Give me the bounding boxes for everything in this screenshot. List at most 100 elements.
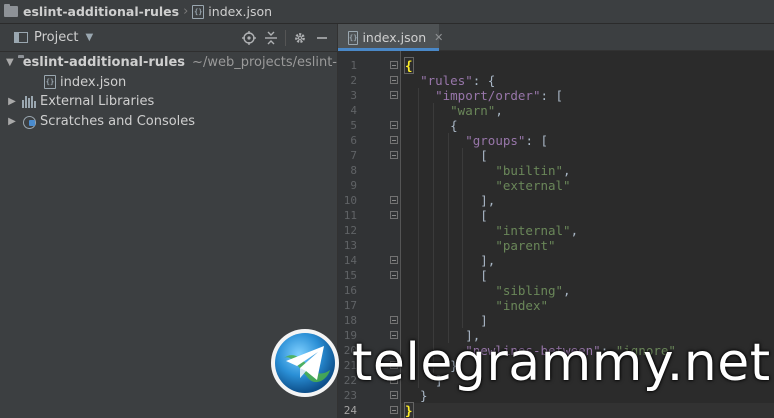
json-file-icon: {} — [44, 75, 56, 90]
breadcrumb-file[interactable]: {} index.json — [192, 4, 272, 19]
code-token: , — [563, 283, 571, 298]
navigation-bar: eslint-additional-rules › {} index.json — [0, 0, 774, 24]
toolbar-divider — [285, 30, 286, 46]
breadcrumb-separator-icon: › — [183, 4, 189, 19]
code-token: : [ — [525, 133, 549, 148]
code-line: "parent" — [405, 238, 774, 253]
library-icon — [22, 95, 36, 108]
chevron-down-icon[interactable]: ▼ — [6, 57, 14, 68]
code-token: "internal" — [495, 223, 571, 238]
scratches-icon — [22, 115, 36, 129]
fold-marker-icon[interactable] — [390, 271, 398, 279]
close-icon[interactable]: ✕ — [434, 31, 443, 44]
code-line: { — [404, 57, 774, 74]
line-number: 24 — [343, 404, 357, 417]
chevron-right-icon[interactable]: ▶ — [6, 96, 18, 107]
gear-icon[interactable] — [289, 27, 311, 49]
tree-item-index-json[interactable]: {} index.json — [0, 73, 337, 93]
line-number: 9 — [350, 179, 357, 192]
line-number: 13 — [343, 239, 357, 252]
code-token: [ — [405, 268, 488, 283]
line-number: 8 — [350, 164, 357, 177]
code-line: "sibling", — [405, 283, 774, 298]
code-line: ], — [405, 253, 774, 268]
code-token: [ — [405, 208, 488, 223]
locate-file-icon[interactable] — [238, 27, 260, 49]
code-line: "import/order": [ — [405, 88, 774, 103]
breadcrumb-project[interactable]: eslint-additional-rules — [2, 4, 179, 19]
tree-file-name: index.json — [60, 74, 127, 90]
fold-marker-icon[interactable] — [390, 256, 398, 264]
code-token: "warn" — [450, 103, 496, 118]
code-token: , — [570, 223, 579, 238]
line-number: 17 — [343, 299, 357, 312]
line-number: 14 — [343, 254, 357, 267]
fold-marker-icon[interactable] — [390, 61, 398, 69]
code-token: , — [495, 103, 503, 118]
tree-root-path: ~/web_projects/eslint-a — [192, 55, 345, 71]
fold-marker-icon[interactable] — [390, 211, 398, 219]
code-token: , — [563, 163, 571, 178]
folder-icon — [4, 4, 18, 17]
fold-marker-icon[interactable] — [390, 136, 398, 144]
code-token: "parent" — [495, 238, 556, 253]
json-file-icon: {} — [192, 4, 205, 19]
line-number: 7 — [350, 149, 357, 162]
code-token: : [ — [540, 88, 564, 103]
code-line: "groups": [ — [405, 133, 774, 148]
line-number: 4 — [350, 104, 357, 117]
line-number: 2 — [350, 74, 357, 87]
line-number: 6 — [350, 134, 357, 147]
tree-item-root[interactable]: ▼ eslint-additional-rules ~/web_projects… — [0, 53, 345, 73]
fold-marker-icon[interactable] — [390, 76, 398, 84]
code-line: [ — [405, 148, 774, 163]
code-token: "builtin" — [495, 163, 564, 178]
tab-label: index.json — [362, 30, 427, 45]
code-line: [ — [405, 208, 774, 223]
code-token: ], — [405, 193, 496, 208]
code-token: : { — [472, 73, 496, 88]
tree-libraries-label: External Libraries — [40, 94, 155, 110]
code-token: [ — [405, 148, 488, 163]
fold-marker-icon[interactable] — [390, 406, 398, 414]
tree-item-scratches[interactable]: ▶ Scratches and Consoles — [0, 112, 337, 132]
fold-marker-icon[interactable] — [390, 91, 398, 99]
fold-marker-icon[interactable] — [390, 151, 398, 159]
line-number: 1 — [350, 59, 357, 72]
code-line: "warn", — [405, 103, 774, 118]
fold-marker-icon[interactable] — [390, 196, 398, 204]
project-view-icon — [14, 32, 28, 43]
chevron-right-icon[interactable]: ▶ — [6, 116, 18, 127]
json-file-icon: {} — [348, 30, 359, 45]
line-number: 5 — [350, 119, 357, 132]
code-line: ], — [405, 193, 774, 208]
project-panel-title[interactable]: Project — [34, 30, 78, 45]
tree-item-external-libraries[interactable]: ▶ External Libraries — [0, 92, 337, 112]
code-line: "internal", — [405, 223, 774, 238]
tab-index-json[interactable]: {} index.json ✕ — [338, 24, 443, 51]
line-number: 10 — [343, 194, 357, 207]
line-number: 3 — [350, 89, 357, 102]
watermark: telegrammy.net — [270, 323, 771, 403]
collapse-all-icon[interactable] — [260, 27, 282, 49]
code-token: ], — [405, 253, 496, 268]
code-token: { — [404, 57, 414, 74]
code-line: } — [404, 402, 774, 418]
fold-marker-icon[interactable] — [390, 121, 398, 129]
chevron-down-icon[interactable]: ▼ — [85, 32, 93, 43]
code-line: "rules": { — [405, 73, 774, 88]
code-line: { — [405, 118, 774, 133]
line-number: 12 — [343, 224, 357, 237]
code-line: [ — [405, 268, 774, 283]
hide-panel-icon[interactable] — [311, 27, 333, 49]
project-panel-header: Project ▼ — [0, 24, 337, 52]
telegram-logo-icon — [270, 328, 340, 398]
code-token: "import/order" — [435, 88, 541, 103]
